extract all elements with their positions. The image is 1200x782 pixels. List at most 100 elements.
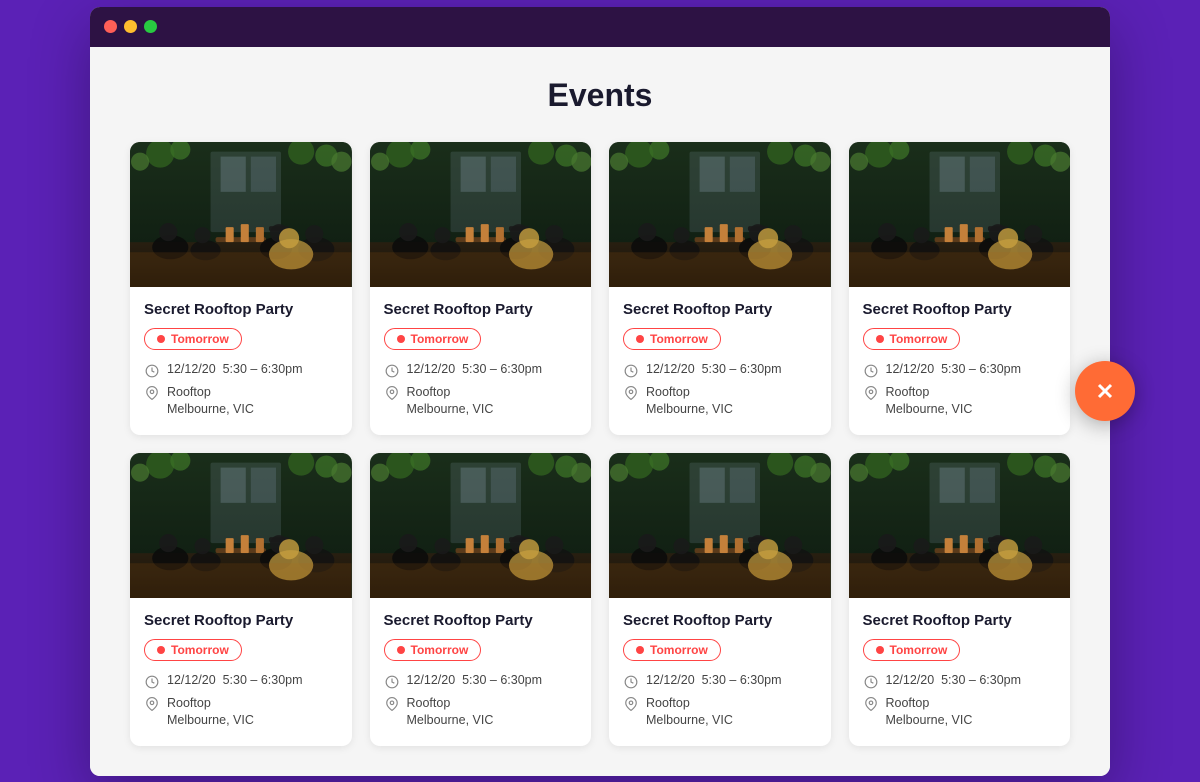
event-card[interactable]: Secret Rooftop Party Tomorrow 12/12/20 5… (849, 453, 1071, 746)
event-badge[interactable]: Tomorrow (384, 639, 482, 661)
event-badge[interactable]: Tomorrow (863, 639, 961, 661)
event-image (849, 453, 1071, 598)
location-row: Rooftop Melbourne, VIC (863, 384, 1057, 419)
event-meta: 12/12/20 5:30 – 6:30pm Rooftop Melbourne… (144, 673, 338, 730)
event-location: Rooftop Melbourne, VIC (167, 695, 254, 730)
location-icon (384, 385, 400, 401)
venue-city: Melbourne, VIC (167, 401, 254, 419)
event-card[interactable]: Secret Rooftop Party Tomorrow 12/12/20 5… (370, 142, 592, 435)
event-meta: 12/12/20 5:30 – 6:30pm Rooftop Melbourne… (623, 673, 817, 730)
event-image (370, 453, 592, 598)
event-info: Secret Rooftop Party Tomorrow 12/12/20 5… (609, 287, 831, 435)
event-info: Secret Rooftop Party Tomorrow 12/12/20 5… (609, 598, 831, 746)
event-name: Secret Rooftop Party (623, 612, 817, 629)
browser-window: Events (90, 7, 1110, 776)
traffic-light-minimize[interactable] (124, 20, 137, 33)
venue-city: Melbourne, VIC (886, 401, 973, 419)
badge-text: Tomorrow (411, 643, 469, 657)
event-meta: 12/12/20 5:30 – 6:30pm Rooftop Melbourne… (623, 362, 817, 419)
event-badge[interactable]: Tomorrow (144, 639, 242, 661)
badge-text: Tomorrow (171, 332, 229, 346)
event-image (370, 142, 592, 287)
event-datetime: 12/12/20 5:30 – 6:30pm (886, 673, 1022, 687)
venue-name: Rooftop (886, 384, 973, 402)
event-info: Secret Rooftop Party Tomorrow 12/12/20 5… (130, 598, 352, 746)
badge-dot (876, 646, 884, 654)
date-time-row: 12/12/20 5:30 – 6:30pm (384, 673, 578, 690)
event-badge[interactable]: Tomorrow (863, 328, 961, 350)
location-row: Rooftop Melbourne, VIC (144, 384, 338, 419)
event-card[interactable]: Secret Rooftop Party Tomorrow 12/12/20 5… (609, 142, 831, 435)
event-badge[interactable]: Tomorrow (623, 639, 721, 661)
location-row: Rooftop Melbourne, VIC (384, 384, 578, 419)
event-meta: 12/12/20 5:30 – 6:30pm Rooftop Melbourne… (144, 362, 338, 419)
clock-icon (863, 363, 879, 379)
event-meta: 12/12/20 5:30 – 6:30pm Rooftop Melbourne… (384, 673, 578, 730)
event-badge[interactable]: Tomorrow (623, 328, 721, 350)
event-location: Rooftop Melbourne, VIC (167, 384, 254, 419)
badge-dot (636, 646, 644, 654)
event-card[interactable]: Secret Rooftop Party Tomorrow 12/12/20 5… (609, 453, 831, 746)
event-info: Secret Rooftop Party Tomorrow 12/12/20 5… (130, 287, 352, 435)
traffic-light-close[interactable] (104, 20, 117, 33)
clock-icon (144, 674, 160, 690)
event-meta: 12/12/20 5:30 – 6:30pm Rooftop Melbourne… (863, 673, 1057, 730)
clock-icon (623, 363, 639, 379)
clock-icon (863, 674, 879, 690)
event-location: Rooftop Melbourne, VIC (646, 384, 733, 419)
event-info: Secret Rooftop Party Tomorrow 12/12/20 5… (849, 598, 1071, 746)
event-card[interactable]: Secret Rooftop Party Tomorrow 12/12/20 5… (130, 142, 352, 435)
browser-titlebar (90, 7, 1110, 47)
event-name: Secret Rooftop Party (623, 301, 817, 318)
event-name: Secret Rooftop Party (863, 612, 1057, 629)
date-time-row: 12/12/20 5:30 – 6:30pm (863, 362, 1057, 379)
badge-dot (397, 646, 405, 654)
event-badge[interactable]: Tomorrow (384, 328, 482, 350)
location-row: Rooftop Melbourne, VIC (623, 695, 817, 730)
event-meta: 12/12/20 5:30 – 6:30pm Rooftop Melbourne… (384, 362, 578, 419)
event-card[interactable]: Secret Rooftop Party Tomorrow 12/12/20 5… (370, 453, 592, 746)
location-row: Rooftop Melbourne, VIC (863, 695, 1057, 730)
event-meta: 12/12/20 5:30 – 6:30pm Rooftop Melbourne… (863, 362, 1057, 419)
location-row: Rooftop Melbourne, VIC (384, 695, 578, 730)
page-title: Events (130, 77, 1070, 114)
event-datetime: 12/12/20 5:30 – 6:30pm (167, 362, 303, 376)
date-time-row: 12/12/20 5:30 – 6:30pm (863, 673, 1057, 690)
event-card[interactable]: Secret Rooftop Party Tomorrow 12/12/20 5… (130, 453, 352, 746)
event-datetime: 12/12/20 5:30 – 6:30pm (646, 673, 782, 687)
badge-dot (876, 335, 884, 343)
event-datetime: 12/12/20 5:30 – 6:30pm (407, 362, 543, 376)
event-name: Secret Rooftop Party (144, 301, 338, 318)
event-datetime: 12/12/20 5:30 – 6:30pm (407, 673, 543, 687)
date-time-row: 12/12/20 5:30 – 6:30pm (623, 362, 817, 379)
clock-icon (623, 674, 639, 690)
event-name: Secret Rooftop Party (144, 612, 338, 629)
location-row: Rooftop Melbourne, VIC (144, 695, 338, 730)
close-button[interactable] (1075, 361, 1135, 421)
event-location: Rooftop Melbourne, VIC (646, 695, 733, 730)
traffic-light-maximize[interactable] (144, 20, 157, 33)
venue-city: Melbourne, VIC (407, 712, 494, 730)
events-grid: Secret Rooftop Party Tomorrow 12/12/20 5… (130, 142, 1070, 746)
venue-name: Rooftop (167, 384, 254, 402)
event-badge[interactable]: Tomorrow (144, 328, 242, 350)
location-row: Rooftop Melbourne, VIC (623, 384, 817, 419)
date-time-row: 12/12/20 5:30 – 6:30pm (144, 673, 338, 690)
event-location: Rooftop Melbourne, VIC (886, 695, 973, 730)
clock-icon (384, 674, 400, 690)
event-location: Rooftop Melbourne, VIC (407, 695, 494, 730)
event-card[interactable]: Secret Rooftop Party Tomorrow 12/12/20 5… (849, 142, 1071, 435)
venue-city: Melbourne, VIC (886, 712, 973, 730)
location-icon (623, 696, 639, 712)
event-location: Rooftop Melbourne, VIC (886, 384, 973, 419)
location-icon (863, 696, 879, 712)
badge-text: Tomorrow (650, 332, 708, 346)
badge-text: Tomorrow (890, 332, 948, 346)
venue-city: Melbourne, VIC (646, 401, 733, 419)
event-name: Secret Rooftop Party (863, 301, 1057, 318)
event-datetime: 12/12/20 5:30 – 6:30pm (167, 673, 303, 687)
venue-name: Rooftop (646, 695, 733, 713)
badge-dot (636, 335, 644, 343)
venue-city: Melbourne, VIC (167, 712, 254, 730)
event-image (130, 453, 352, 598)
